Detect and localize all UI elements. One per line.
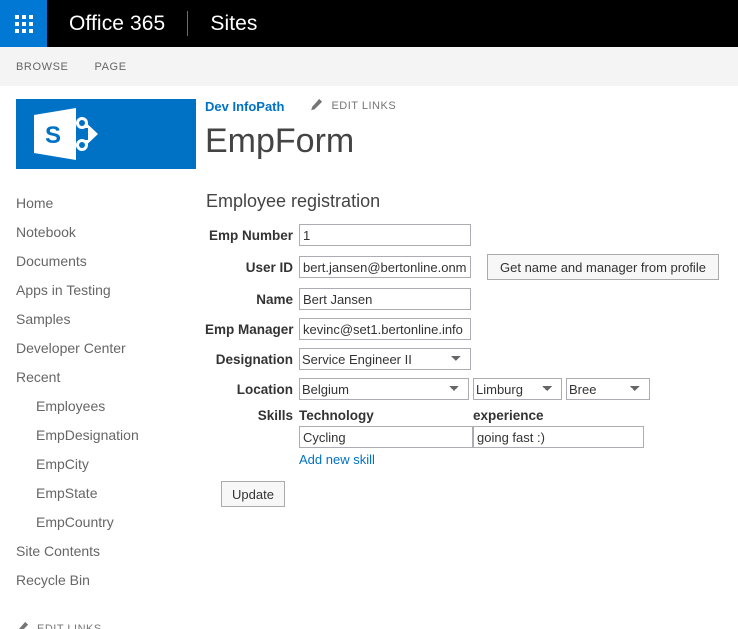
emp-number-input[interactable] [299, 224, 471, 247]
location-state-select[interactable]: Limburg [473, 378, 562, 401]
sidebar-item-notebook[interactable]: Notebook [16, 218, 200, 247]
suite-bar: Office 365 Sites [0, 0, 738, 47]
form-row-user-id: User ID Get name and manager from profil… [205, 254, 738, 281]
skills-label: Skills [257, 408, 293, 424]
location-city-select[interactable]: Bree [566, 378, 650, 401]
update-row: Update [205, 481, 738, 508]
designation-label: Designation [215, 351, 293, 367]
emp-number-label: Emp Number [208, 227, 293, 243]
ribbon-tab-browse[interactable]: BROWSE [16, 61, 69, 73]
quick-launch-nav: Home Notebook Documents Apps in Testing … [16, 189, 200, 595]
sidebar-item-developer-center[interactable]: Developer Center [16, 334, 200, 363]
sidebar-item-empstate[interactable]: EmpState [16, 479, 200, 508]
form-row-emp-manager: Emp Manager [205, 318, 738, 341]
ribbon-tab-bar: BROWSE PAGE [0, 47, 738, 87]
form-heading: Employee registration [206, 191, 381, 212]
edit-links-bottom-button[interactable]: EDIT LINKS [16, 621, 200, 629]
skills-column-technology: Technology [299, 408, 374, 424]
sidebar-item-site-contents[interactable]: Site Contents [16, 537, 200, 566]
waffle-grid-icon [14, 14, 33, 33]
name-input[interactable] [299, 288, 471, 311]
form-row-name: Name [205, 288, 738, 311]
emp-manager-label: Emp Manager [205, 321, 294, 337]
edit-links-top-label: EDIT LINKS [331, 100, 397, 112]
name-label: Name [256, 291, 293, 307]
add-new-skill-link[interactable]: Add new skill [299, 452, 644, 467]
location-country-select[interactable]: Belgium [299, 378, 469, 401]
designation-select[interactable]: Service Engineer II [299, 348, 471, 371]
skill-experience-input[interactable] [473, 426, 644, 449]
svg-text:S: S [45, 122, 61, 149]
app-name-sites[interactable]: Sites [188, 0, 279, 47]
location-label: Location [236, 381, 293, 397]
sidebar-item-employees[interactable]: Employees [16, 392, 200, 421]
emp-manager-input[interactable] [299, 318, 471, 341]
form-row-emp-number: Emp Number [205, 224, 738, 247]
skills-header-row: Technology experience [299, 408, 644, 426]
main-content: Dev InfoPath EDIT LINKS EmpForm Employee… [200, 87, 738, 508]
page-title: EmpForm [205, 122, 355, 160]
sidebar-item-empcountry[interactable]: EmpCountry [16, 508, 200, 537]
sidebar-item-empdesignation[interactable]: EmpDesignation [16, 421, 200, 450]
sidebar-item-apps-in-testing[interactable]: Apps in Testing [16, 276, 200, 305]
skills-column-experience: experience [473, 408, 544, 424]
skill-technology-input[interactable] [299, 426, 473, 449]
app-launcher-button[interactable] [0, 0, 47, 47]
user-id-label: User ID [245, 259, 293, 275]
pencil-icon [310, 98, 323, 114]
sidebar-item-recycle-bin[interactable]: Recycle Bin [16, 566, 200, 595]
page-body: S Home Notebook Documents Apps in Testin… [0, 87, 738, 629]
office365-brand[interactable]: Office 365 [47, 0, 187, 47]
left-column: S Home Notebook Documents Apps in Testin… [0, 87, 200, 629]
user-id-input[interactable] [299, 256, 471, 279]
get-profile-button[interactable]: Get name and manager from profile [487, 254, 719, 281]
edit-links-top-button[interactable]: EDIT LINKS [310, 98, 396, 114]
breadcrumb-row: Dev InfoPath EDIT LINKS [205, 95, 738, 117]
form-row-designation: Designation Service Engineer II [205, 348, 738, 371]
edit-links-bottom-label: EDIT LINKS [37, 623, 102, 629]
sidebar-item-home[interactable]: Home [16, 189, 200, 218]
update-button[interactable]: Update [221, 481, 285, 508]
form-row-skills: Skills Technology experience Add new ski… [205, 408, 738, 467]
sidebar-item-recent[interactable]: Recent [16, 363, 200, 392]
form-row-location: Location Belgium Limburg Bree [205, 378, 738, 401]
sidebar-item-samples[interactable]: Samples [16, 305, 200, 334]
breadcrumb[interactable]: Dev InfoPath [205, 99, 284, 114]
pencil-icon [16, 621, 29, 629]
ribbon-tab-page[interactable]: PAGE [95, 61, 127, 73]
sharepoint-logo-icon: S [16, 99, 196, 169]
skills-table: Technology experience Add new skill [299, 408, 644, 467]
skills-row-0 [299, 426, 644, 449]
sidebar-item-empcity[interactable]: EmpCity [16, 450, 200, 479]
sidebar-item-documents[interactable]: Documents [16, 247, 200, 276]
